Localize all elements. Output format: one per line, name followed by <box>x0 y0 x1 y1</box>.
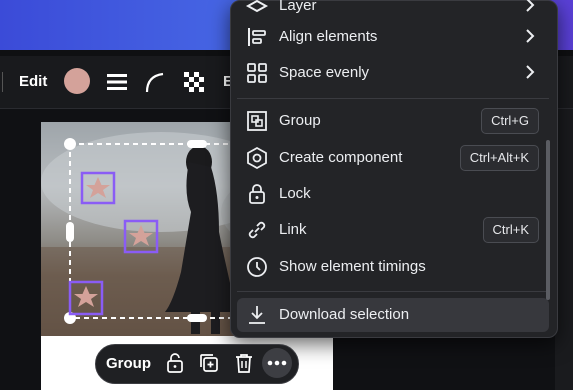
edit-button[interactable]: Edit <box>19 73 47 90</box>
color-swatch-button[interactable] <box>64 68 90 94</box>
align-icon <box>248 28 266 46</box>
menu-item-group[interactable]: Group Ctrl+G <box>237 104 549 138</box>
border-style-icon[interactable] <box>105 70 129 94</box>
menu-item-download-selection[interactable]: Download selection <box>237 298 549 332</box>
group-icon <box>247 111 267 131</box>
component-icon <box>247 146 267 170</box>
menu-divider <box>237 98 549 99</box>
shortcut-badge: Ctrl+G <box>481 108 539 134</box>
menu-item-align-elements[interactable]: Align elements <box>237 20 549 54</box>
unlock-icon[interactable] <box>164 352 186 374</box>
grid-icon <box>247 63 267 83</box>
toolbar-divider <box>2 72 3 92</box>
duplicate-icon[interactable] <box>198 352 220 374</box>
corner-rounding-icon[interactable] <box>143 70 167 94</box>
menu-item-space-evenly[interactable]: Space evenly <box>237 56 549 90</box>
menu-item-label: Lock <box>279 185 311 202</box>
chevron-right-icon <box>526 29 535 43</box>
more-options-button[interactable] <box>262 348 292 378</box>
shortcut-badge: Ctrl+Alt+K <box>459 145 539 171</box>
menu-item-label: Show element timings <box>279 258 426 275</box>
clock-icon <box>247 257 267 277</box>
menu-item-label: Create component <box>279 149 403 166</box>
floating-toolbar: Group <box>95 344 299 384</box>
link-icon <box>248 221 266 239</box>
chevron-right-icon <box>526 0 535 12</box>
trash-icon[interactable] <box>233 352 255 374</box>
lock-icon <box>249 184 265 204</box>
context-menu: Layer Align elements Space evenly Group … <box>230 0 558 338</box>
menu-item-create-component[interactable]: Create component Ctrl+Alt+K <box>237 141 549 175</box>
transparency-icon[interactable] <box>182 70 206 94</box>
menu-item-label: Link <box>279 221 307 238</box>
shortcut-badge: Ctrl+K <box>482 217 539 243</box>
menu-item-show-element-timings[interactable]: Show element timings <box>237 250 549 284</box>
menu-item-lock[interactable]: Lock <box>237 177 549 211</box>
menu-scrollbar[interactable] <box>546 140 550 300</box>
menu-item-label: Align elements <box>279 28 378 45</box>
layer-icon <box>245 0 269 13</box>
menu-divider <box>237 291 549 292</box>
chevron-right-icon <box>526 65 535 79</box>
download-icon <box>249 306 265 324</box>
menu-item-label: Download selection <box>279 306 410 323</box>
more-icon <box>267 360 287 366</box>
menu-item-label: Space evenly <box>279 64 370 81</box>
group-button[interactable]: Group <box>106 355 151 372</box>
menu-item-link[interactable]: Link Ctrl+K <box>237 213 549 247</box>
menu-item-label: Group <box>279 112 321 129</box>
menu-item-layer-label: Layer <box>279 0 317 14</box>
